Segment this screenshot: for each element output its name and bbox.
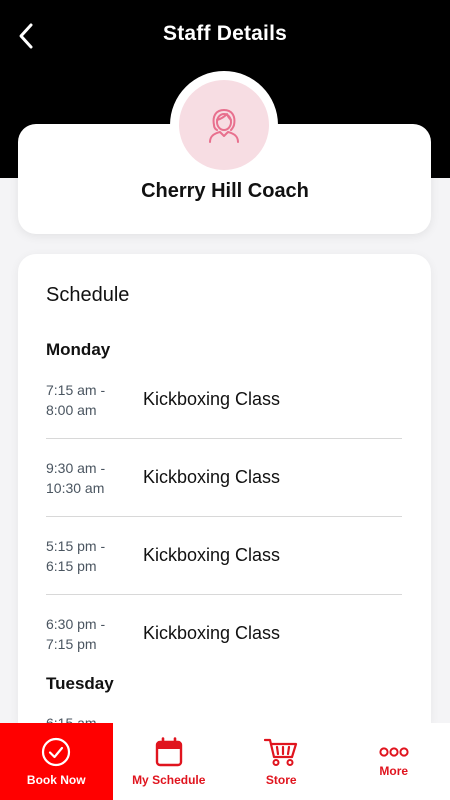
class-time: 7:15 am - 8:00 am xyxy=(46,382,106,418)
class-name: Kickboxing Class xyxy=(143,623,281,643)
tab-my-schedule[interactable]: My Schedule xyxy=(113,723,226,800)
tab-book-now[interactable]: Book Now xyxy=(0,723,113,800)
tab-label: Store xyxy=(265,772,297,787)
avatar xyxy=(170,71,278,179)
page-title: Staff Details xyxy=(163,22,287,45)
cart-icon xyxy=(264,738,298,766)
class-name: Kickboxing Class xyxy=(143,467,281,487)
class-time: 6:30 pm - 7:15 pm xyxy=(46,616,106,652)
class-name: Kickboxing Class xyxy=(143,389,281,409)
schedule-card: Schedule Monday 7:15 am - 8:00 am Kickbo… xyxy=(18,254,431,724)
class-row[interactable]: 9:30 am - 10:30 am Kickboxing Class xyxy=(46,458,402,536)
tab-more[interactable]: More xyxy=(338,723,450,800)
staff-name: Cherry Hill Coach xyxy=(141,180,309,202)
schedule-title: Schedule xyxy=(46,284,130,306)
class-time: 5:15 pm - 6:15 pm xyxy=(46,538,106,574)
divider xyxy=(46,438,402,439)
tab-label: More xyxy=(379,763,409,778)
tab-label: My Schedule xyxy=(132,772,206,787)
divider xyxy=(46,594,402,595)
day-label-monday: Monday xyxy=(46,340,111,359)
person-icon xyxy=(209,109,239,143)
bottom-tab-bar: Book Now My Schedule Store More xyxy=(0,723,450,800)
day-label-tuesday: Tuesday xyxy=(46,674,114,693)
divider xyxy=(46,516,402,517)
tab-label: Book Now xyxy=(26,772,86,787)
check-circle-icon xyxy=(42,737,71,766)
class-time: 9:30 am - 10:30 am xyxy=(46,460,106,496)
class-row[interactable]: 5:15 pm - 6:15 pm Kickboxing Class xyxy=(46,536,402,614)
more-dots-icon xyxy=(379,746,409,757)
class-row[interactable]: 7:15 am - 8:00 am Kickboxing Class xyxy=(46,380,402,458)
calendar-icon xyxy=(155,736,182,766)
class-name: Kickboxing Class xyxy=(143,545,281,565)
tab-store[interactable]: Store xyxy=(225,723,338,800)
